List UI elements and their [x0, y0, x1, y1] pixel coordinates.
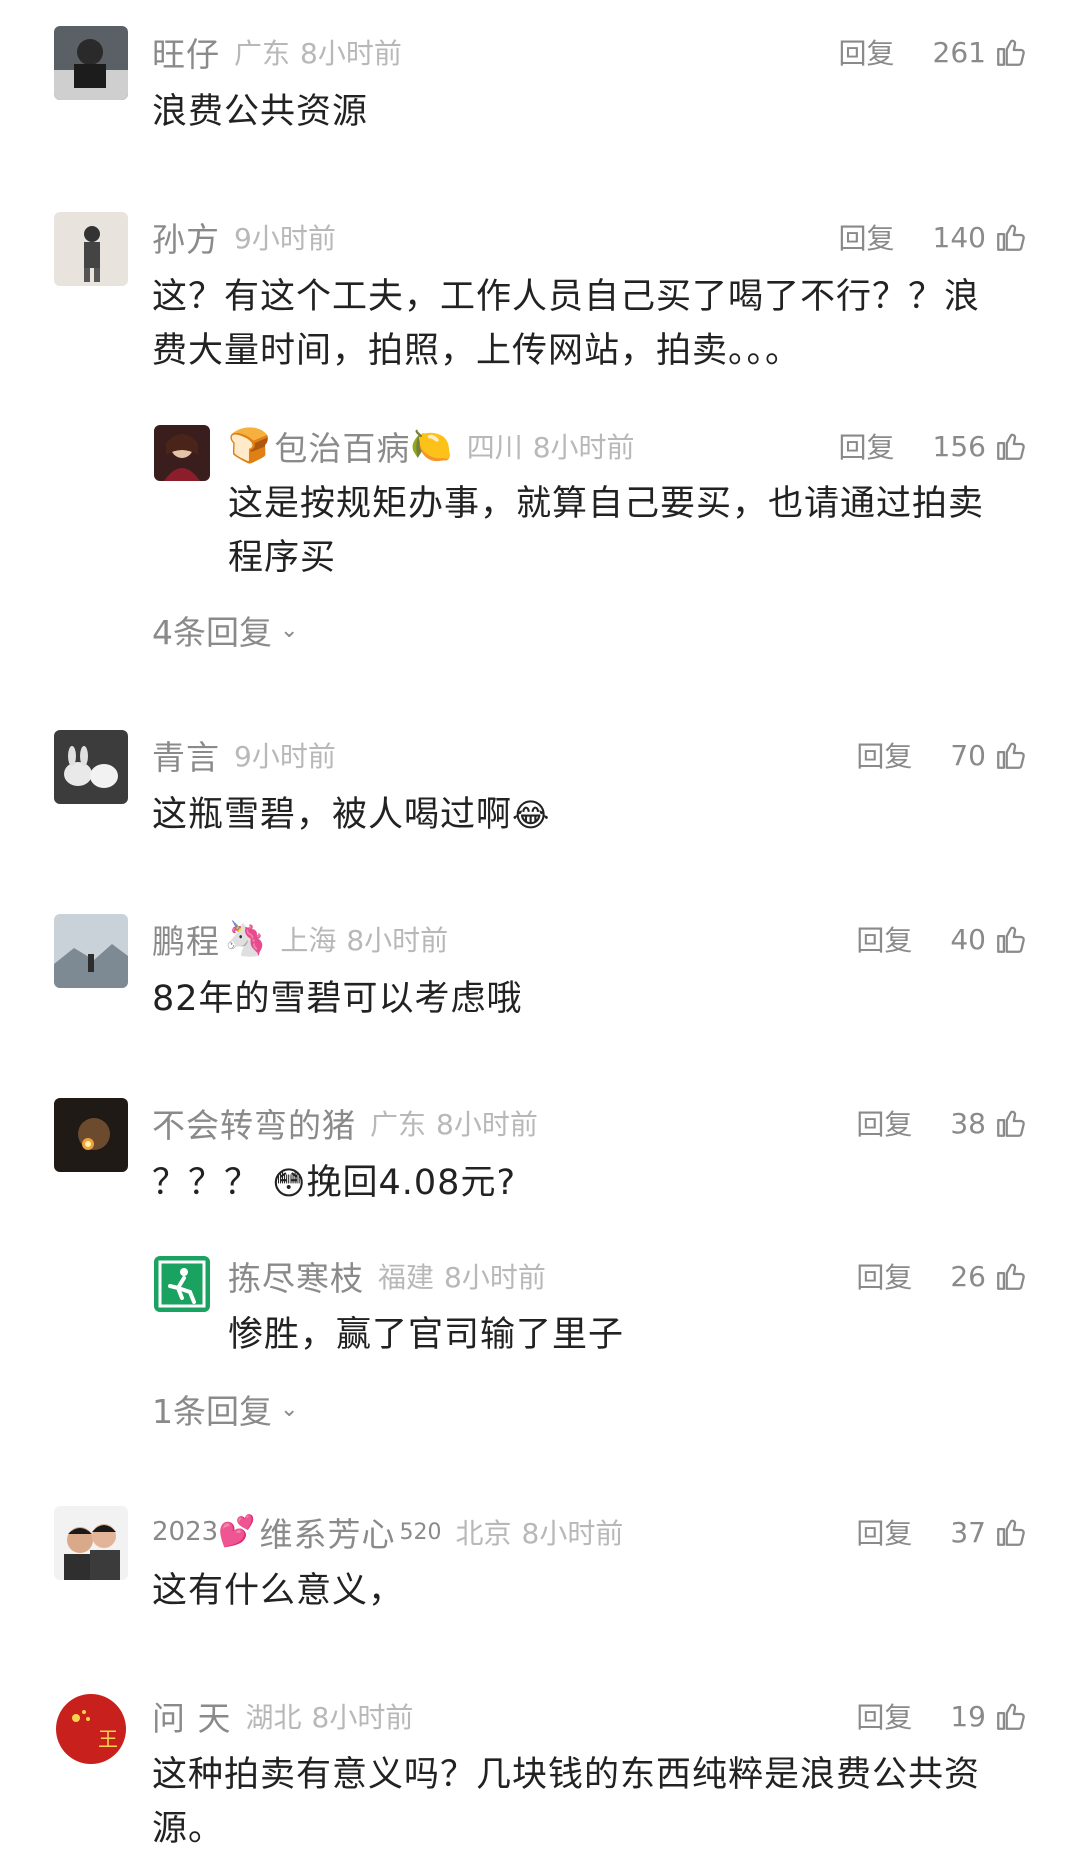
username[interactable]: 青言 — [152, 731, 220, 779]
thumbs-up-icon[interactable] — [994, 429, 1028, 463]
reply-button[interactable]: 回复 — [839, 426, 895, 466]
like-count: 156 — [932, 429, 986, 463]
avatar[interactable] — [54, 1506, 128, 1580]
laughing-crying-emoji-icon: 😂 — [512, 796, 551, 834]
comment-text-line: 这？有这个工夫，工作人员自己买了喝了不行？？浪 — [152, 277, 981, 317]
username[interactable]: 不会转弯的猪 — [152, 1099, 356, 1147]
like-count: 40 — [950, 922, 986, 956]
avatar[interactable] — [54, 914, 128, 988]
thumbs-up-icon[interactable] — [994, 1106, 1028, 1140]
comment-text-main: 这瓶雪碧，被人喝过啊 — [152, 795, 513, 835]
reply-text-line: 程序买 — [228, 538, 337, 578]
comment-text-line: 费大量时间，拍照，上传网站，拍卖。。。 — [152, 331, 802, 371]
location: 广东 — [370, 1108, 427, 1141]
chevron-down-icon: ⌄ — [280, 617, 299, 643]
reply-button[interactable]: 回复 — [856, 1696, 912, 1736]
comment-text: 82年的雪碧可以考虑哦 — [152, 979, 523, 1019]
avatar[interactable] — [154, 1256, 210, 1312]
reply-button[interactable]: 回复 — [856, 1103, 912, 1143]
timestamp: 8小时前 — [346, 924, 449, 957]
more-replies-label: 4条回复 — [152, 613, 272, 652]
timestamp: 8小时前 — [436, 1108, 538, 1141]
like-count: 140 — [932, 220, 986, 254]
comment-text-a: ？？？ — [152, 1163, 261, 1203]
timestamp: 8小时前 — [300, 37, 402, 70]
like-count: 26 — [950, 1259, 986, 1293]
username[interactable]: 鹏程 — [152, 915, 220, 963]
reply-text: 惨胜，赢了官司输了里子 — [228, 1315, 625, 1355]
thumbs-up-icon[interactable] — [994, 35, 1028, 69]
reply-text-line: 这是按规矩办事，就算自己要买，也请通过拍卖 — [228, 484, 985, 524]
timestamp: 9小时前 — [234, 740, 336, 773]
svg-text:王: 王 — [98, 1727, 118, 1751]
flushed-face-emoji-icon: 😳 — [272, 1164, 307, 1202]
view-more-replies-button[interactable]: 1条回复 ⌄ — [152, 1385, 298, 1433]
comment-text: ？？？ 😳挽回4.08元? — [152, 1156, 516, 1210]
avatar[interactable] — [54, 212, 128, 286]
view-more-replies-button[interactable]: 4条回复 ⌄ — [152, 606, 298, 654]
comment-text-line: 这种拍卖有意义吗？几块钱的东西纯粹是浪费公共资 — [152, 1755, 981, 1795]
like-count: 261 — [932, 35, 986, 69]
location: 四川 — [466, 431, 523, 464]
thumbs-up-icon[interactable] — [994, 922, 1028, 956]
like-count: 37 — [950, 1515, 986, 1549]
reply-button[interactable]: 回复 — [856, 1256, 912, 1296]
username[interactable]: 孙方 — [152, 213, 220, 261]
comment-text: 这种拍卖有意义吗？几块钱的东西纯粹是浪费公共资 源。 — [152, 1748, 1032, 1856]
reply-button[interactable]: 回复 — [839, 32, 895, 72]
name-prefix: 2023 — [152, 1517, 219, 1547]
reply-button[interactable]: 回复 — [856, 1512, 912, 1552]
reply-text: 这是按规矩办事，就算自己要买，也请通过拍卖 程序买 — [228, 477, 1038, 585]
lemon-emoji-icon: 🍋 — [410, 426, 453, 466]
timestamp: 9小时前 — [234, 222, 336, 255]
thumbs-up-icon[interactable] — [994, 1699, 1028, 1733]
comment-text-line: 源。 — [152, 1809, 225, 1849]
username[interactable]: 问 天 — [152, 1692, 232, 1740]
timestamp: 8小时前 — [444, 1261, 546, 1294]
location: 福建 — [378, 1261, 435, 1294]
avatar[interactable] — [54, 730, 128, 804]
reply-button[interactable]: 回复 — [856, 735, 912, 775]
reply-button[interactable]: 回复 — [839, 217, 895, 257]
timestamp: 8小时前 — [521, 1517, 624, 1550]
two-hearts-emoji-icon: 💕 — [218, 1514, 256, 1549]
avatar[interactable] — [154, 425, 210, 481]
unicorn-emoji-icon: 🦄 — [224, 919, 267, 959]
timestamp: 8小时前 — [311, 1701, 414, 1734]
username[interactable]: 包治百病 — [274, 422, 410, 470]
chevron-down-icon: ⌄ — [280, 1396, 299, 1422]
comment-text: 这瓶雪碧，被人喝过啊😂 — [152, 788, 550, 842]
thumbs-up-icon[interactable] — [994, 738, 1028, 772]
comment-text: 这有什么意义， — [152, 1571, 405, 1611]
name-suffix: 520 — [399, 1519, 442, 1545]
avatar[interactable] — [54, 26, 128, 100]
avatar[interactable] — [54, 1098, 128, 1172]
location: 湖北 — [245, 1701, 302, 1734]
thumbs-up-icon[interactable] — [994, 220, 1028, 254]
username[interactable]: 旺仔 — [152, 28, 220, 76]
location: 广东 — [234, 37, 291, 70]
username[interactable]: 拣尽寒枝 — [228, 1252, 364, 1300]
like-count: 19 — [950, 1699, 986, 1733]
location: 上海 — [280, 924, 337, 957]
timestamp: 8小时前 — [532, 431, 635, 464]
username[interactable]: 维系芳心 — [260, 1508, 396, 1556]
like-count: 38 — [950, 1106, 986, 1140]
comment-text: 这？有这个工夫，工作人员自己买了喝了不行？？浪 费大量时间，拍照，上传网站，拍卖… — [152, 270, 1032, 378]
avatar[interactable]: 王 — [54, 1692, 128, 1766]
location: 北京 — [455, 1517, 512, 1550]
comment-text-b: 挽回4.08元? — [306, 1163, 517, 1203]
thumbs-up-icon[interactable] — [994, 1259, 1028, 1293]
like-count: 70 — [950, 738, 986, 772]
comment-text: 浪费公共资源 — [152, 92, 369, 132]
thumbs-up-icon[interactable] — [994, 1515, 1028, 1549]
more-replies-label: 1条回复 — [152, 1392, 272, 1431]
reply-button[interactable]: 回复 — [856, 919, 912, 959]
bread-emoji-icon: 🍞 — [228, 426, 271, 466]
